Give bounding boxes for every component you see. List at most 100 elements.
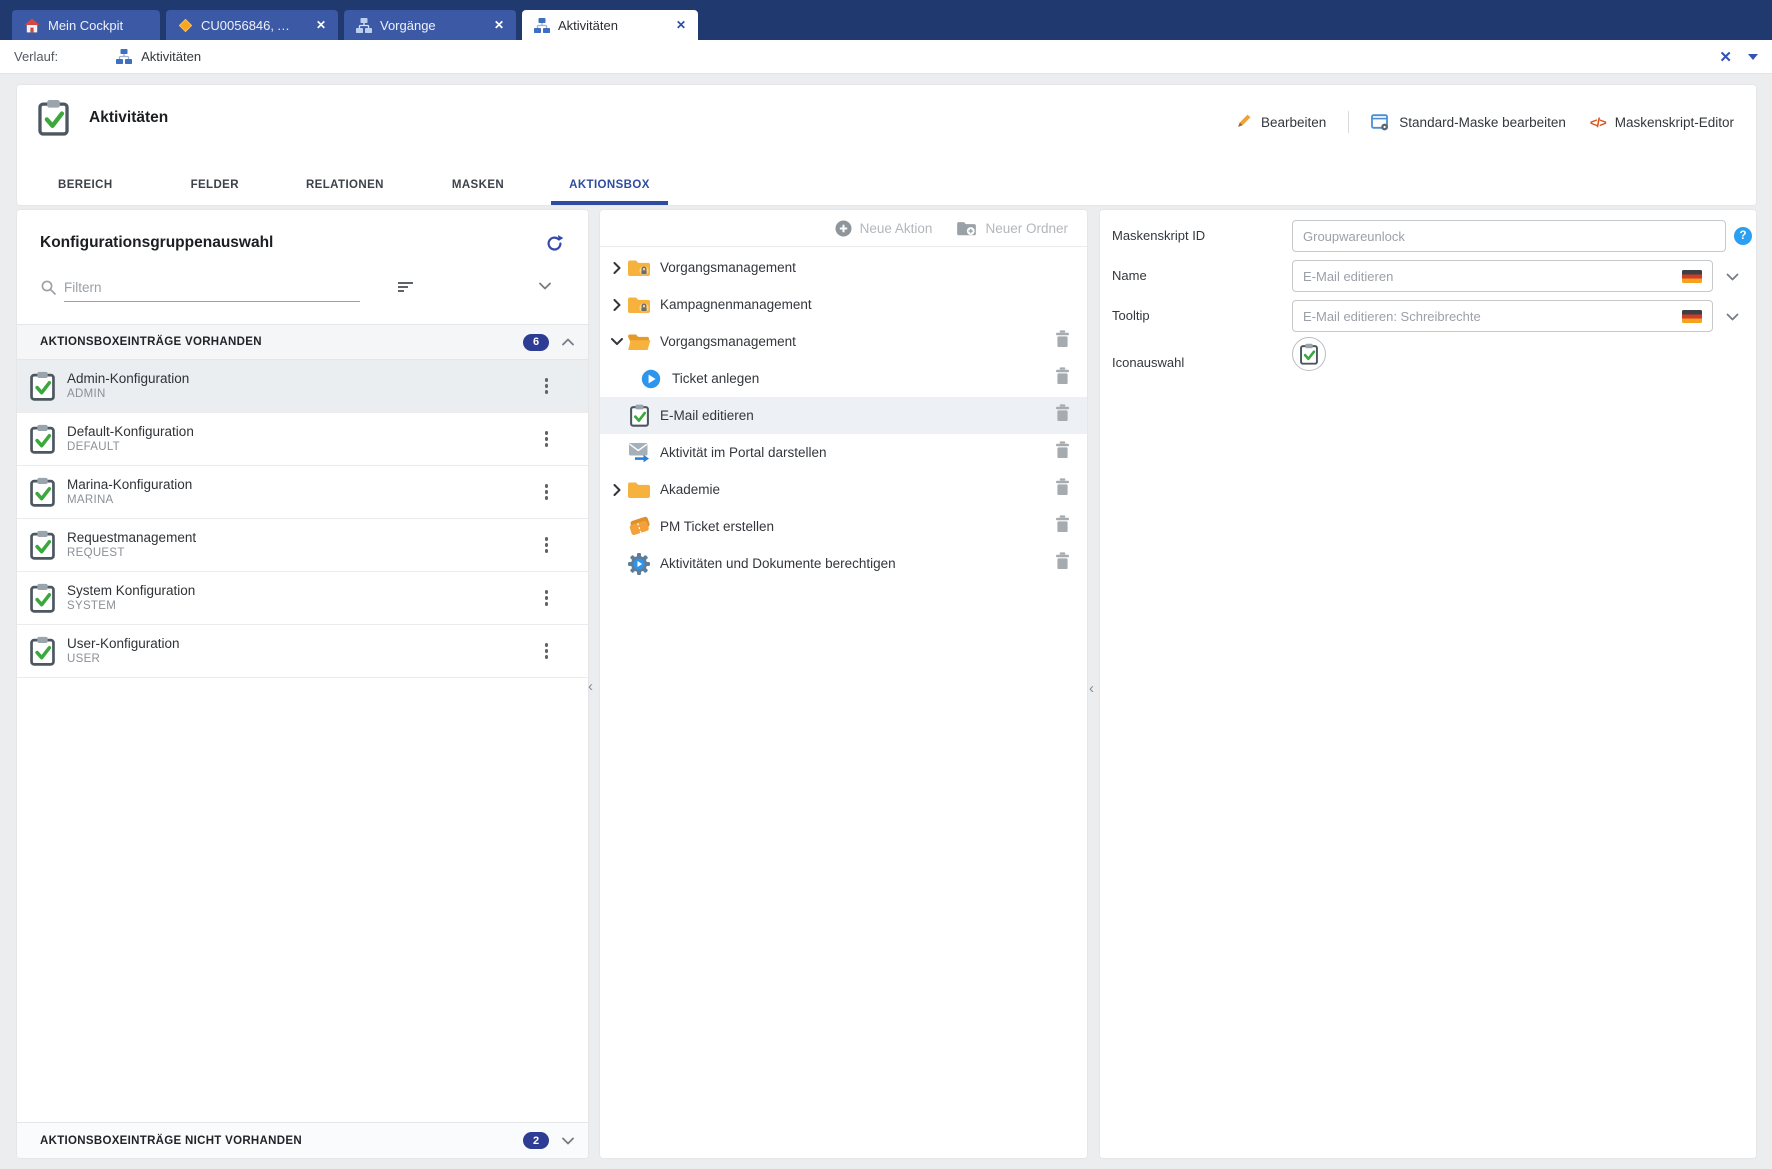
tab-bereich[interactable]: BEREICH bbox=[42, 165, 129, 205]
new-folder-button[interactable]: Neuer Ordner bbox=[956, 220, 1068, 237]
group-name: User-Konfiguration bbox=[67, 636, 180, 651]
play-circle-icon bbox=[641, 369, 661, 388]
group-code: MARINA bbox=[67, 494, 114, 506]
collapse-tree-panel-icon[interactable]: ‹ bbox=[1089, 681, 1094, 696]
section-entries-missing[interactable]: AKTIONSBOXEINTRÄGE NICHT VORHANDEN 2 bbox=[17, 1122, 588, 1158]
trash-icon[interactable] bbox=[1055, 552, 1070, 575]
tree-folder-kampagnenmanagement-locked[interactable]: Kampagnenmanagement bbox=[600, 286, 1087, 323]
close-icon[interactable]: ✕ bbox=[676, 18, 686, 32]
filter-input[interactable] bbox=[64, 274, 360, 302]
new-action-button[interactable]: Neue Aktion bbox=[835, 220, 933, 237]
tree-item-email-editieren[interactable]: E-Mail editieren bbox=[600, 397, 1087, 434]
mask-script-editor-button[interactable]: </> Maskenskript-Editor bbox=[1590, 115, 1734, 130]
chevron-down-icon[interactable] bbox=[611, 337, 623, 346]
action-tree: Vorgangsmanagement Kampagnenmanagement V… bbox=[600, 249, 1087, 582]
help-icon[interactable]: ? bbox=[1734, 227, 1752, 245]
group-name: Default-Konfiguration bbox=[67, 424, 194, 439]
tab-felder[interactable]: FELDER bbox=[175, 165, 255, 205]
kebab-menu-icon[interactable] bbox=[541, 639, 553, 663]
config-group-list: Admin-Konfiguration ADMIN Default-Konfigu… bbox=[17, 360, 588, 678]
trash-icon[interactable] bbox=[1055, 478, 1070, 501]
kebab-menu-icon[interactable] bbox=[541, 374, 553, 398]
chevron-right-icon[interactable] bbox=[613, 261, 622, 274]
count-badge: 2 bbox=[523, 1132, 549, 1149]
field-label: Tooltip bbox=[1112, 308, 1150, 323]
icon-select-button[interactable] bbox=[1292, 337, 1326, 371]
filter-row bbox=[40, 274, 565, 304]
section-entries-available[interactable]: AKTIONSBOXEINTRÄGE VORHANDEN 6 bbox=[17, 324, 588, 360]
new-folder-label: Neuer Ordner bbox=[985, 220, 1068, 236]
list-item-marina-konfiguration[interactable]: Marina-Konfiguration MARINA bbox=[17, 466, 588, 519]
edit-button[interactable]: Bearbeiten bbox=[1234, 113, 1326, 131]
maskenskript-id-input[interactable] bbox=[1292, 220, 1726, 252]
field-label: Iconauswahl bbox=[1112, 355, 1185, 370]
chevron-right-icon[interactable] bbox=[613, 483, 622, 496]
section-tabs: BEREICH FELDER RELATIONEN MASKEN AKTIONS… bbox=[42, 165, 668, 205]
tree-folder-akademie[interactable]: Akademie bbox=[600, 471, 1087, 508]
tab-mein-cockpit[interactable]: Mein Cockpit bbox=[12, 10, 160, 40]
tab-relationen[interactable]: RELATIONEN bbox=[290, 165, 400, 205]
tab-label: CU0056846, Abspr... bbox=[201, 17, 294, 33]
collapse-left-panel-icon[interactable]: ‹ bbox=[588, 679, 593, 694]
german-flag-icon[interactable] bbox=[1682, 270, 1702, 283]
name-input[interactable] bbox=[1292, 260, 1713, 292]
trash-icon[interactable] bbox=[1055, 515, 1070, 538]
new-action-label: Neue Aktion bbox=[859, 220, 933, 236]
sort-icon[interactable] bbox=[398, 282, 413, 294]
trash-icon[interactable] bbox=[1055, 367, 1070, 390]
open-folder-icon bbox=[628, 334, 651, 350]
tree-item-label: Vorgangsmanagement bbox=[660, 260, 796, 275]
chevron-right-icon[interactable] bbox=[613, 298, 622, 311]
list-item-default-konfiguration[interactable]: Default-Konfiguration DEFAULT bbox=[17, 413, 588, 466]
kebab-menu-icon[interactable] bbox=[541, 480, 553, 504]
history-item[interactable]: Aktivitäten bbox=[141, 49, 201, 64]
tab-label: Aktivitäten bbox=[558, 17, 618, 33]
tree-folder-vorgangsmanagement-open[interactable]: Vorgangsmanagement bbox=[600, 323, 1087, 360]
divider bbox=[1348, 111, 1350, 133]
tooltip-input[interactable] bbox=[1292, 300, 1713, 332]
tree-toolbar: Neue Aktion Neuer Ordner bbox=[600, 210, 1087, 247]
list-item-system-konfiguration[interactable]: System Konfiguration SYSTEM bbox=[17, 572, 588, 625]
list-item-user-konfiguration[interactable]: User-Konfiguration USER bbox=[17, 625, 588, 678]
kebab-menu-icon[interactable] bbox=[541, 427, 553, 451]
count-badge: 6 bbox=[523, 333, 549, 351]
tree-item-aktivitaeten-dokumente-berechtigen[interactable]: Aktivitäten und Dokumente berechtigen bbox=[600, 545, 1087, 582]
close-icon[interactable]: ✕ bbox=[494, 18, 504, 32]
tab-cu0056846[interactable]: CU0056846, Abspr... ✕ bbox=[166, 10, 338, 40]
list-item-admin-konfiguration[interactable]: Admin-Konfiguration ADMIN bbox=[17, 360, 588, 413]
chevron-up-icon[interactable] bbox=[562, 338, 574, 346]
tree-item-label: Aktivitäten und Dokumente berechtigen bbox=[660, 556, 896, 571]
close-icon[interactable]: ✕ bbox=[316, 18, 326, 32]
group-code: ADMIN bbox=[67, 388, 106, 400]
group-code: REQUEST bbox=[67, 547, 125, 559]
close-icon[interactable]: ✕ bbox=[1719, 48, 1732, 66]
group-name: Admin-Konfiguration bbox=[67, 371, 190, 386]
tree-item-ticket-anlegen[interactable]: Ticket anlegen bbox=[600, 360, 1087, 397]
refresh-icon[interactable] bbox=[545, 234, 564, 258]
chevron-down-icon[interactable] bbox=[1726, 313, 1739, 321]
ticket-icon bbox=[627, 515, 651, 536]
trash-icon[interactable] bbox=[1055, 330, 1070, 353]
config-group-panel-title: Konfigurationsgruppenauswahl bbox=[40, 234, 274, 251]
tree-folder-vorgangsmanagement-locked[interactable]: Vorgangsmanagement bbox=[600, 249, 1087, 286]
tab-masken[interactable]: MASKEN bbox=[436, 165, 520, 205]
chevron-down-icon[interactable] bbox=[539, 282, 551, 290]
chevron-down-icon[interactable] bbox=[1748, 53, 1758, 60]
tree-item-aktivitaet-im-portal[interactable]: Aktivität im Portal darstellen bbox=[600, 434, 1087, 471]
chevron-down-icon[interactable] bbox=[1726, 273, 1739, 281]
kebab-menu-icon[interactable] bbox=[541, 533, 553, 557]
edit-button-label: Bearbeiten bbox=[1260, 114, 1327, 130]
german-flag-icon[interactable] bbox=[1682, 310, 1702, 323]
chevron-down-icon[interactable] bbox=[562, 1137, 574, 1145]
trash-icon[interactable] bbox=[1055, 441, 1070, 464]
tab-aktivitaeten[interactable]: Aktivitäten ✕ bbox=[522, 10, 698, 40]
trash-icon[interactable] bbox=[1055, 404, 1070, 427]
edit-standard-mask-button[interactable]: Standard-Maske bearbeiten bbox=[1371, 113, 1566, 131]
edit-standard-mask-label: Standard-Maske bearbeiten bbox=[1399, 114, 1566, 130]
tree-item-pm-ticket-erstellen[interactable]: PM Ticket erstellen bbox=[600, 508, 1087, 545]
tab-aktionsbox[interactable]: AKTIONSBOX bbox=[551, 165, 668, 205]
clipboard-check-icon bbox=[30, 477, 55, 507]
tab-vorgaenge[interactable]: Vorgänge ✕ bbox=[344, 10, 516, 40]
kebab-menu-icon[interactable] bbox=[541, 586, 553, 610]
list-item-requestmanagement[interactable]: Requestmanagement REQUEST bbox=[17, 519, 588, 572]
